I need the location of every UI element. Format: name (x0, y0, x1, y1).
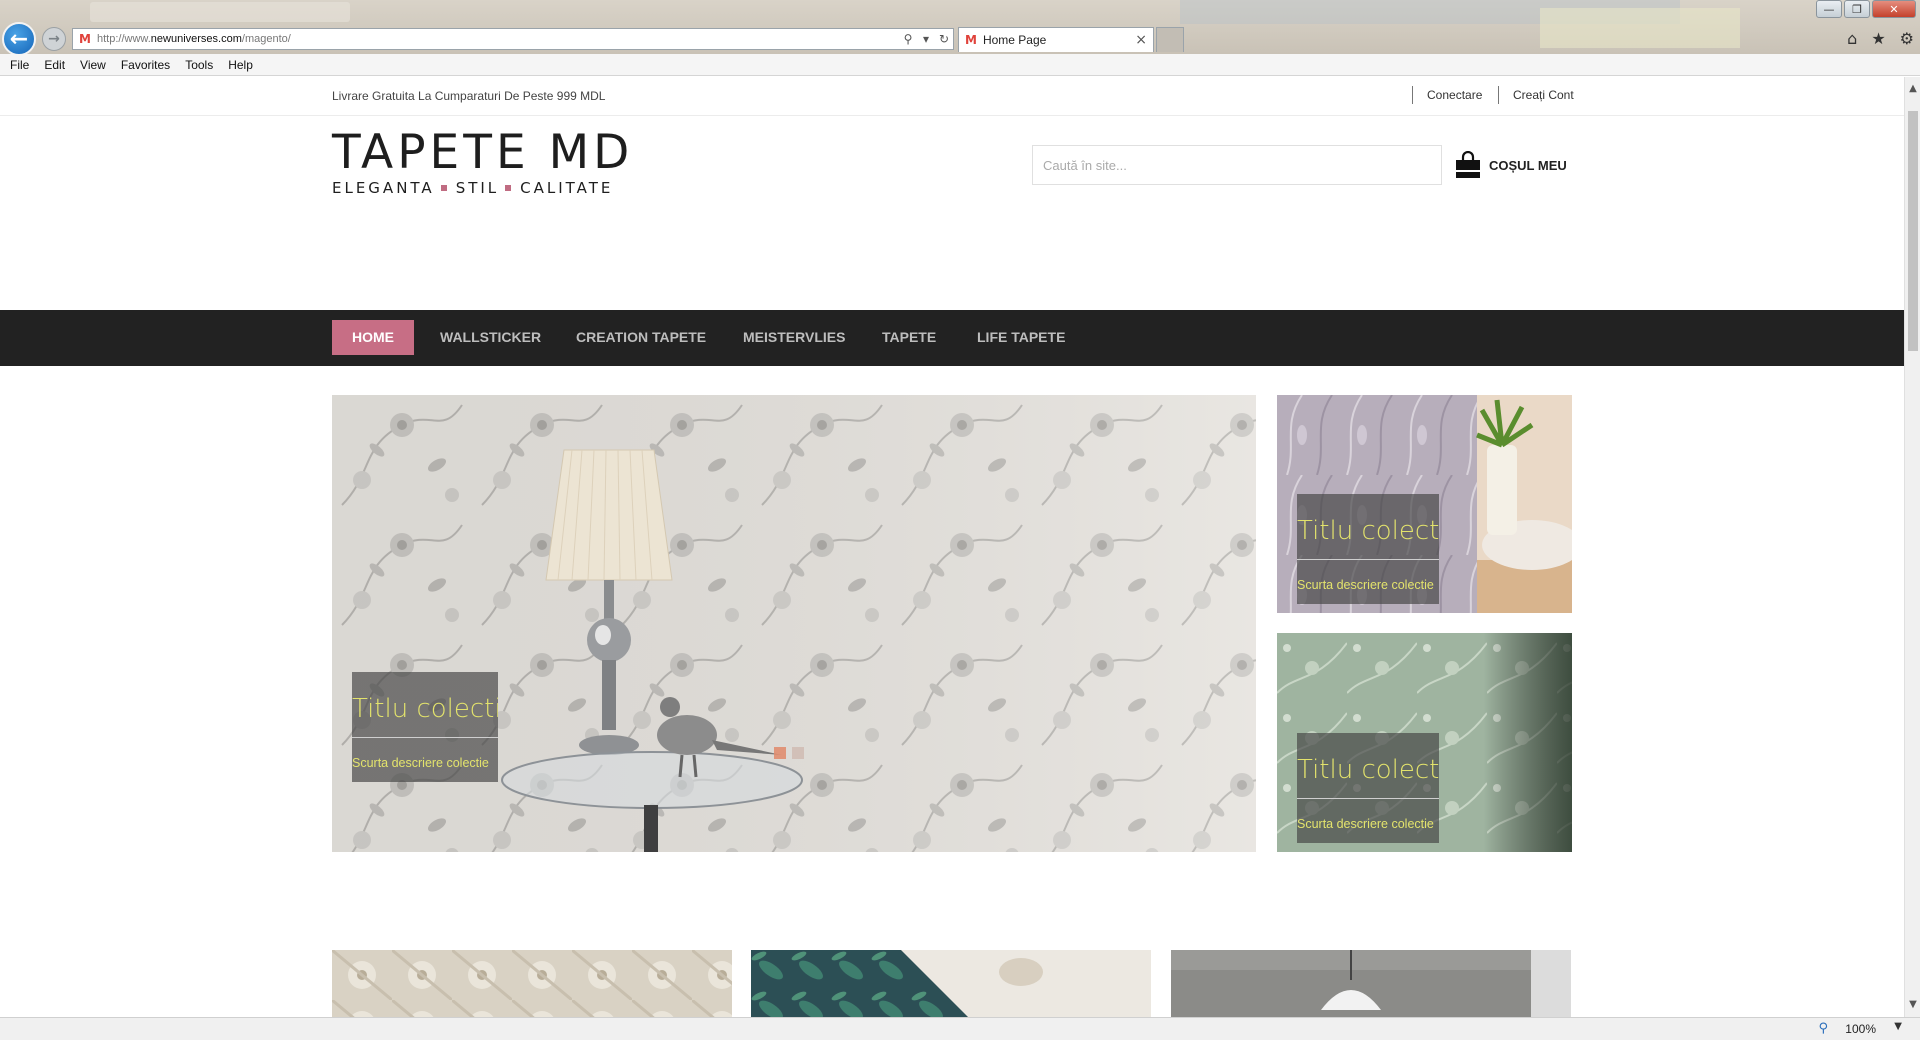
tagline-word: ELEGANTA (332, 179, 435, 197)
nav-tapete[interactable]: TAPETE (862, 320, 956, 355)
scroll-up-icon[interactable]: ▲ (1905, 81, 1920, 97)
home-icon[interactable]: ⌂ (1847, 29, 1857, 48)
banner-caption-title: Titlu colectie (1297, 755, 1439, 785)
login-link[interactable]: Conectare (1412, 86, 1482, 104)
cart-label: COȘUL MEU (1489, 157, 1567, 173)
menu-help[interactable]: Help (228, 58, 253, 72)
restore-icon[interactable]: ❐ (1844, 0, 1870, 18)
page-viewport: Livrare Gratuita La Cumparaturi De Peste… (0, 77, 1904, 1017)
browser-tools: ⌂ ★ ⚙ (1847, 29, 1914, 48)
banner-caption[interactable]: Titlu colectie Scurta descriere colectie (1297, 494, 1439, 604)
tagline-separator (440, 185, 447, 191)
menu-bar: File Edit View Favorites Tools Help (0, 54, 1920, 76)
zoom-icon: ⚲ (1818, 1021, 1828, 1036)
banner-caption[interactable]: Titlu colectie Scurta descriere colectie (1297, 733, 1439, 843)
tagline-word: STIL (455, 179, 500, 197)
background-blur (1540, 8, 1740, 48)
cart-button[interactable]: COȘUL MEU (1455, 151, 1567, 179)
menu-tools[interactable]: Tools (185, 58, 213, 72)
site-search-input[interactable] (1032, 145, 1442, 185)
zoom-level[interactable]: 100% (1845, 1022, 1876, 1036)
status-bar: ⚲ 100% ▼ (0, 1017, 1920, 1040)
scroll-down-icon[interactable]: ▼ (1905, 997, 1920, 1013)
vertical-scrollbar[interactable]: ▲ ▼ (1904, 77, 1920, 1017)
background-blur (90, 2, 350, 22)
caption-divider (1297, 798, 1439, 799)
banner-caption-description: Scurta descriere colectie (1297, 817, 1434, 831)
nav-home[interactable]: HOME (332, 320, 414, 355)
nav-life-tapete[interactable]: LIFE TAPETE (957, 320, 1085, 355)
tagline-separator (505, 185, 512, 191)
zoom-dropdown-icon[interactable]: ▼ (1894, 1021, 1902, 1032)
url-prefix: http://www. (97, 33, 151, 45)
side-banner-2[interactable]: Titlu colectie Scurta descriere colectie (1277, 633, 1572, 852)
category-tile[interactable] (332, 950, 732, 1017)
tile-image (1171, 950, 1571, 1017)
nav-meistervlies[interactable]: MEISTERVLIES (723, 320, 865, 355)
promo-text: Livrare Gratuita La Cumparaturi De Peste… (332, 89, 606, 103)
dropdown-icon[interactable]: ▾ (917, 32, 935, 46)
side-banner-1[interactable]: Titlu colectie Scurta descriere colectie (1277, 395, 1572, 613)
main-navigation: HOME WALLSTICKER CREATION TAPETE MEISTER… (0, 310, 1904, 366)
menu-favorites[interactable]: Favorites (121, 58, 170, 72)
slide-caption-description: Scurta descriere colectie (352, 756, 489, 770)
menu-file[interactable]: File (10, 58, 29, 72)
magento-site-icon: M (79, 32, 91, 46)
slider-dot[interactable] (792, 747, 804, 759)
slide-caption-title: Titlu colectie (352, 694, 498, 724)
scroll-thumb[interactable] (1908, 111, 1918, 351)
slider-image (332, 395, 1256, 852)
tagline-word: CALITATE (520, 179, 614, 197)
category-tile[interactable] (751, 950, 1151, 1017)
tile-image (751, 950, 1151, 1017)
url-domain: newuniverses.com (150, 33, 242, 45)
caption-divider (352, 737, 498, 738)
close-window-icon[interactable]: ✕ (1872, 0, 1916, 18)
register-link[interactable]: Creați Cont (1498, 86, 1574, 104)
tab-label: Home Page (982, 33, 1047, 47)
star-icon[interactable]: ★ (1871, 29, 1885, 48)
url-path: /magento/ (241, 33, 291, 45)
window-controls: — ❐ ✕ (1816, 0, 1916, 18)
magento-tab-icon: M (965, 33, 977, 47)
banner-caption-description: Scurta descriere colectie (1297, 578, 1434, 592)
logo-tagline: ELEGANTA STIL CALITATE (332, 179, 633, 197)
back-arrow-icon[interactable]: ← (2, 22, 36, 56)
slider-pagination (774, 747, 804, 759)
top-strip: Livrare Gratuita La Cumparaturi De Peste… (0, 77, 1904, 116)
browser-chrome: ← → M http://www.newuniverses.com/magent… (0, 0, 1920, 56)
tile-image (332, 950, 732, 1017)
close-tab-icon[interactable]: × (1135, 32, 1147, 48)
shopping-bag-icon (1456, 151, 1480, 178)
menu-view[interactable]: View (80, 58, 106, 72)
search-icon[interactable]: ⚲ (899, 32, 917, 46)
nav-wallsticker[interactable]: WALLSTICKER (420, 320, 561, 355)
caption-divider (1297, 559, 1439, 560)
logo-title: TAPETE MD (332, 125, 634, 180)
main-slider[interactable]: Titlu colectie Scurta descriere colectie (332, 395, 1256, 852)
nav-creation-tapete[interactable]: CREATION TAPETE (556, 320, 726, 355)
category-tile[interactable] (1171, 950, 1571, 1017)
address-bar[interactable]: M http://www.newuniverses.com/magento/ ⚲… (72, 28, 954, 50)
site-logo[interactable]: TAPETE MD ELEGANTA STIL CALITATE (332, 125, 634, 198)
slider-dot-active[interactable] (774, 747, 786, 759)
forward-arrow-icon[interactable]: → (42, 27, 66, 51)
gear-icon[interactable]: ⚙ (1900, 29, 1914, 48)
tab-home-page[interactable]: M Home Page × (958, 27, 1154, 52)
refresh-icon[interactable]: ↻ (935, 32, 953, 46)
new-tab-button[interactable] (1156, 27, 1184, 52)
slide-caption[interactable]: Titlu colectie Scurta descriere colectie (352, 672, 498, 782)
minimize-icon[interactable]: — (1816, 0, 1842, 18)
banner-caption-title: Titlu colectie (1297, 516, 1439, 546)
url-text[interactable]: http://www.newuniverses.com/magento/ (97, 33, 899, 45)
menu-edit[interactable]: Edit (44, 58, 65, 72)
